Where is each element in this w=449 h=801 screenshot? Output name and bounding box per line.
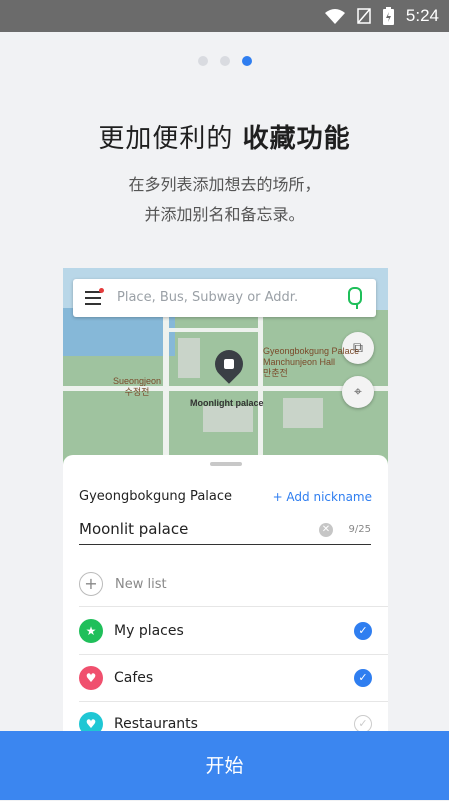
map-label-text: 만춘전 [263, 368, 288, 378]
notification-dot [99, 288, 104, 293]
map-building [283, 398, 323, 428]
map-building [203, 406, 253, 432]
list-item-label: Restaurants [114, 716, 198, 732]
divider [79, 701, 388, 702]
battery-icon [382, 7, 394, 25]
nickname-input[interactable]: Moonlit palace ✕ 9/25 [79, 518, 371, 545]
sheet-drag-handle[interactable] [210, 462, 242, 466]
map-road [258, 310, 263, 470]
wifi-icon [324, 8, 345, 24]
location-button[interactable]: ⌖ [342, 376, 374, 408]
page-dot-2[interactable] [219, 56, 230, 66]
map-label-text: Sueongjeon [113, 376, 162, 386]
heart-icon: ♥ [79, 712, 103, 732]
feature-preview: Place, Bus, Subway or Addr. ⧉ ⌖ Gyeongbo… [63, 268, 388, 732]
map-label-text: Manchunjeon Hall [263, 357, 336, 367]
map-preview: Place, Bus, Subway or Addr. ⧉ ⌖ Gyeongbo… [63, 268, 388, 470]
map-building [178, 338, 200, 378]
checked-icon[interactable]: ✓ [354, 622, 372, 640]
nickname-value[interactable]: Moonlit palace [79, 520, 188, 538]
page-title: 更加便利的 收藏功能 [0, 118, 449, 155]
mic-icon[interactable] [348, 287, 362, 305]
title-normal: 更加便利的 [98, 124, 234, 154]
map-label-gyeongbokgung: Gyeongbokgung Palace Manchunjeon Hall 만춘… [263, 346, 359, 379]
list-item-label: Cafes [114, 670, 154, 686]
status-time: 5:24 [405, 6, 439, 25]
page-subtitle: 在多列表添加想去的场所， 并添加别名和备忘录。 [0, 170, 449, 230]
list-item-label: My places [114, 623, 184, 639]
map-road [63, 386, 388, 391]
place-name: Gyeongbokgung Palace [79, 489, 233, 504]
char-counter: 9/25 [348, 524, 371, 535]
unchecked-icon[interactable]: ✓ [354, 715, 372, 732]
page-dot-3-active[interactable] [241, 56, 252, 66]
map-label-sueongjeon: Sueongjeon 수정전 [113, 376, 161, 398]
status-bar: 5:24 [0, 0, 449, 32]
map-label-text: 수정전 [124, 387, 150, 397]
subtitle-line-2: 并添加别名和备忘录。 [144, 205, 305, 224]
clear-icon[interactable]: ✕ [319, 523, 333, 537]
map-road [169, 328, 259, 332]
map-pin-icon[interactable] [209, 344, 249, 384]
add-nickname-link[interactable]: + Add nickname [273, 490, 372, 504]
menu-icon[interactable] [85, 291, 101, 309]
list-item-cafes[interactable]: ♥ Cafes ✓ [79, 665, 372, 691]
save-bottom-sheet: Gyeongbokgung Palace + Add nickname Moon… [63, 455, 388, 732]
status-icons: 5:24 [324, 6, 439, 26]
map-label-text: Gyeongbokgung Palace [263, 346, 360, 356]
list-item-restaurants[interactable]: ♥ Restaurants ✓ [79, 711, 372, 732]
heart-icon: ♥ [79, 666, 103, 690]
list-item-my-places[interactable]: ★ My places ✓ [79, 618, 372, 644]
location-pin-icon: ⌖ [354, 384, 362, 400]
plus-icon: + [79, 572, 103, 596]
search-placeholder: Place, Bus, Subway or Addr. [117, 290, 299, 305]
page-dot-1[interactable] [197, 56, 208, 66]
star-icon: ★ [79, 619, 103, 643]
map-label-moonlight: Moonlight palace [190, 398, 264, 408]
subtitle-line-1: 在多列表添加想去的场所， [128, 175, 321, 194]
divider [79, 606, 388, 607]
mic-icon-stem [356, 304, 358, 309]
checked-icon[interactable]: ✓ [354, 669, 372, 687]
no-signal-icon [357, 8, 371, 24]
start-button[interactable]: 开始 [0, 731, 449, 800]
new-list-label: New list [115, 576, 167, 592]
map-search-bar[interactable]: Place, Bus, Subway or Addr. [73, 279, 376, 317]
divider [79, 654, 388, 655]
title-bold: 收藏功能 [242, 124, 351, 154]
page-indicator [0, 56, 449, 66]
new-list-button[interactable]: + New list [79, 571, 167, 597]
